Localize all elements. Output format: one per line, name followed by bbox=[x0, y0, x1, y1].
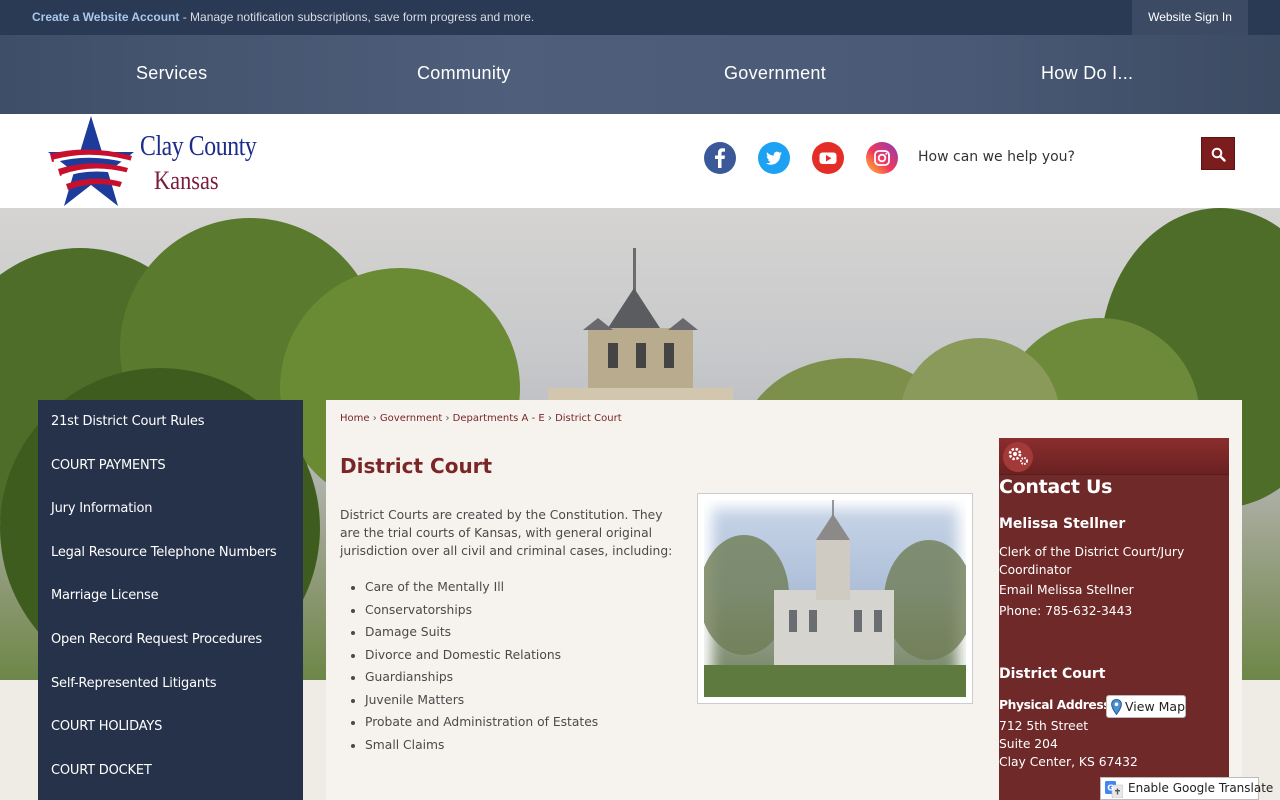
courthouse-illustration bbox=[704, 500, 966, 697]
contact-us-panel: Contact Us Melissa Stellner Clerk of the… bbox=[999, 438, 1229, 800]
map-pin-icon bbox=[1111, 699, 1122, 715]
youtube-icon[interactable] bbox=[812, 142, 844, 174]
main-navigation: Services Community Government How Do I..… bbox=[0, 35, 1280, 114]
breadcrumb-separator: › bbox=[372, 413, 377, 424]
view-map-label: View Map bbox=[1125, 699, 1186, 714]
address-line: Clay Center, KS 67432 bbox=[999, 755, 1138, 769]
list-item: Small Claims bbox=[365, 734, 598, 757]
breadcrumb-departments[interactable]: Departments A - E bbox=[453, 413, 545, 424]
contact-email-link[interactable]: Email Melissa Stellner bbox=[999, 583, 1134, 597]
contact-header-bar bbox=[999, 438, 1229, 475]
instagram-icon[interactable] bbox=[866, 142, 898, 174]
list-item: Care of the Mentally Ill bbox=[365, 576, 598, 599]
sidebar-item-court-docket[interactable]: COURT DOCKET bbox=[38, 749, 303, 793]
sidebar-item-court-payments[interactable]: COURT PAYMENTS bbox=[38, 444, 303, 488]
site-header: Clay County Kansas bbox=[0, 114, 1280, 208]
address-line: Suite 204 bbox=[999, 737, 1058, 751]
nav-services[interactable]: Services bbox=[136, 63, 207, 84]
breadcrumb-district-court[interactable]: District Court bbox=[555, 413, 622, 424]
list-item: Probate and Administration of Estates bbox=[365, 711, 598, 734]
courthouse-photo-frame bbox=[697, 493, 973, 704]
breadcrumb-home[interactable]: Home bbox=[340, 413, 370, 424]
sidebar-item-open-record-request[interactable]: Open Record Request Procedures bbox=[38, 618, 303, 662]
page-title: District Court bbox=[340, 454, 493, 478]
intro-paragraph: District Courts are created by the Const… bbox=[340, 508, 673, 558]
list-item: Juvenile Matters bbox=[365, 689, 598, 712]
contact-department: District Court bbox=[999, 666, 1106, 682]
contact-role: Clerk of the District Court/Jury Coordin… bbox=[999, 545, 1185, 577]
site-logo[interactable]: Clay County Kansas bbox=[44, 114, 264, 208]
twitter-icon[interactable] bbox=[758, 142, 790, 174]
notification-bar: Create a Website Account - Manage notifi… bbox=[0, 0, 1280, 35]
breadcrumb-government[interactable]: Government bbox=[380, 413, 442, 424]
courthouse-photo bbox=[704, 500, 966, 697]
list-item: Divorce and Domestic Relations bbox=[365, 644, 598, 667]
notification-message: Create a Website Account - Manage notifi… bbox=[32, 10, 534, 24]
search-input[interactable] bbox=[910, 141, 1195, 173]
contact-us-title: Contact Us bbox=[999, 476, 1113, 498]
view-map-button[interactable]: View Map bbox=[1106, 695, 1186, 718]
translate-label: Enable Google Translate bbox=[1128, 781, 1274, 795]
sidebar-item-legal-resource-numbers[interactable]: Legal Resource Telephone Numbers bbox=[38, 531, 303, 575]
list-item: Damage Suits bbox=[365, 621, 598, 644]
star-logo-icon bbox=[48, 116, 134, 206]
contact-name: Melissa Stellner bbox=[999, 516, 1126, 532]
sidebar-navigation: 21st District Court Rules COURT PAYMENTS… bbox=[38, 400, 303, 800]
logo-text-kansas: Kansas bbox=[154, 166, 219, 195]
breadcrumb-separator: › bbox=[547, 413, 552, 424]
sidebar-item-marriage-license[interactable]: Marriage License bbox=[38, 574, 303, 618]
list-item: Conservatorships bbox=[365, 599, 598, 622]
search-button[interactable] bbox=[1201, 137, 1235, 170]
sidebar-item-court-rules[interactable]: 21st District Court Rules bbox=[38, 400, 303, 444]
notification-text: - Manage notification subscriptions, sav… bbox=[179, 10, 535, 24]
contact-phone: Phone: 785-632-3443 bbox=[999, 604, 1133, 618]
sidebar-item-jury-information[interactable]: Jury Information bbox=[38, 487, 303, 531]
breadcrumb-separator: › bbox=[445, 413, 450, 424]
search-icon bbox=[1211, 147, 1226, 162]
svg-text:G: G bbox=[1107, 784, 1114, 793]
website-sign-in-button[interactable]: Website Sign In bbox=[1132, 0, 1248, 35]
courthouse-tower-image bbox=[548, 248, 733, 408]
breadcrumb: Home › Government › Departments A - E › … bbox=[340, 413, 622, 424]
sidebar-item-court-holidays[interactable]: COURT HOLIDAYS bbox=[38, 705, 303, 749]
google-translate-button[interactable]: G Enable Google Translate bbox=[1100, 777, 1273, 800]
nav-community[interactable]: Community bbox=[417, 63, 511, 84]
gear-icon[interactable] bbox=[1003, 442, 1033, 472]
facebook-icon[interactable] bbox=[704, 142, 736, 174]
google-translate-icon: G bbox=[1105, 781, 1123, 798]
list-item: Guardianships bbox=[365, 666, 598, 689]
address-line: 712 5th Street bbox=[999, 719, 1089, 733]
create-account-link[interactable]: Create a Website Account bbox=[32, 10, 179, 24]
sidebar-item-self-represented-litigants[interactable]: Self-Represented Litigants bbox=[38, 662, 303, 706]
physical-address-label: Physical Address bbox=[999, 698, 1111, 712]
case-type-list: Care of the Mentally Ill Conservatorship… bbox=[365, 576, 598, 756]
nav-government[interactable]: Government bbox=[724, 63, 826, 84]
logo-text-clay-county: Clay County bbox=[140, 130, 257, 162]
nav-how-do-i[interactable]: How Do I... bbox=[1041, 63, 1133, 84]
